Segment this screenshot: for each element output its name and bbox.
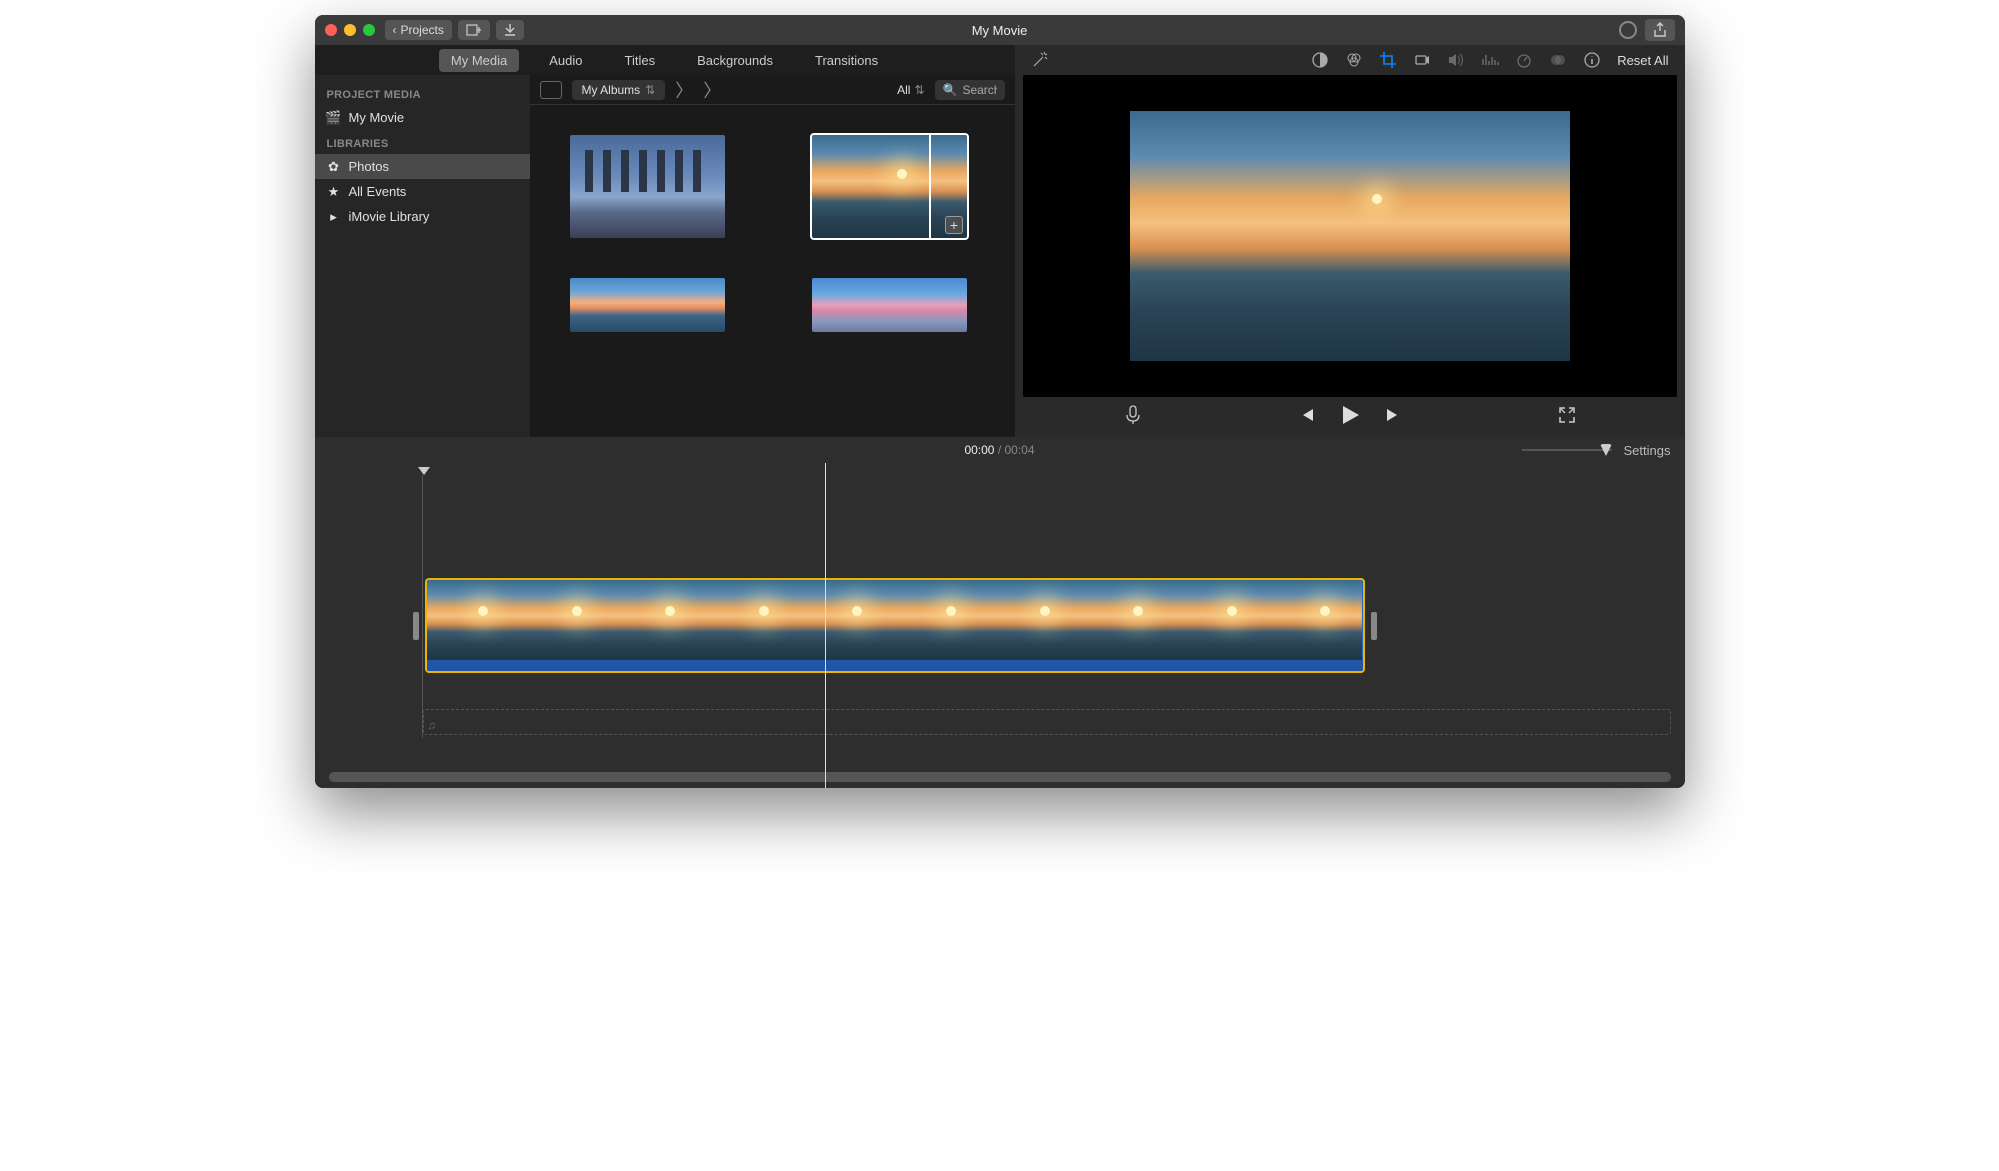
clip-audio-track — [427, 660, 1363, 673]
search-placeholder: Search — [962, 83, 996, 97]
settings-button[interactable]: Settings — [1624, 443, 1671, 458]
media-thumbnail[interactable] — [812, 278, 967, 332]
media-pane: My Media Audio Titles Backgrounds Transi… — [315, 45, 1015, 437]
crop-icon[interactable] — [1379, 51, 1397, 69]
timeline-pane: 00:00 / 00:04 Settings ♫ — [315, 437, 1685, 788]
voiceover-button[interactable] — [1125, 405, 1141, 430]
playhead-icon[interactable] — [418, 467, 430, 475]
play-button[interactable] — [1339, 404, 1361, 431]
horizontal-scrollbar[interactable] — [329, 772, 1671, 782]
clip-trim-handle-right[interactable] — [1371, 612, 1377, 640]
media-import-button[interactable] — [458, 20, 490, 40]
clip-filter-icon[interactable] — [1549, 51, 1567, 69]
sidebar: PROJECT MEDIA 🎬 My Movie LIBRARIES ✿ Pho… — [315, 75, 530, 437]
share-button[interactable] — [1645, 19, 1675, 41]
add-to-timeline-button[interactable]: + — [945, 216, 963, 234]
inspector-toolbar: Reset All — [1015, 45, 1685, 75]
sidebar-item-imovie-library[interactable]: ▸ iMovie Library — [315, 204, 530, 229]
back-label: Projects — [401, 23, 444, 37]
activity-icon[interactable] — [1619, 21, 1637, 39]
filter-dropdown[interactable]: All ⇅ — [897, 83, 924, 97]
media-browser: My Albums ⇅ 〉 〉 All ⇅ 🔍 Search — [530, 75, 1015, 437]
speed-icon[interactable] — [1515, 51, 1533, 69]
timeline-start-line — [422, 475, 423, 738]
sidebar-label: All Events — [349, 184, 407, 199]
chevron-updown-icon: ⇅ — [645, 83, 655, 97]
maximize-icon[interactable] — [363, 24, 375, 36]
sidebar-item-photos[interactable]: ✿ Photos — [315, 154, 530, 179]
info-icon[interactable] — [1583, 51, 1601, 69]
media-thumbnail[interactable] — [570, 278, 725, 332]
clip-filmstrip — [427, 580, 1363, 660]
viewer-pane: Reset All — [1015, 45, 1685, 437]
fullscreen-button[interactable] — [1559, 407, 1575, 428]
close-icon[interactable] — [325, 24, 337, 36]
breadcrumb-chevron-icon: 〉 — [703, 77, 721, 103]
zoom-slider[interactable] — [1522, 449, 1612, 451]
tab-my-media[interactable]: My Media — [439, 49, 519, 72]
tab-titles[interactable]: Titles — [613, 49, 668, 72]
clip-trim-handle-left[interactable] — [413, 612, 419, 640]
clapperboard-icon: 🎬 — [327, 111, 341, 125]
back-projects-button[interactable]: ‹ Projects — [385, 20, 452, 40]
color-balance-icon[interactable] — [1311, 51, 1329, 69]
window-title: My Movie — [972, 23, 1028, 38]
sidebar-item-all-events[interactable]: ★ All Events — [315, 179, 530, 204]
tab-audio[interactable]: Audio — [537, 49, 594, 72]
media-thumbnail[interactable] — [570, 135, 725, 238]
timeline-clip[interactable] — [425, 578, 1365, 673]
sidebar-label: iMovie Library — [349, 209, 430, 224]
sidebar-toggle-icon[interactable] — [540, 81, 562, 99]
traffic-lights — [325, 24, 375, 36]
tab-backgrounds[interactable]: Backgrounds — [685, 49, 785, 72]
chevron-left-icon: ‹ — [393, 23, 397, 37]
sidebar-label: My Movie — [349, 110, 405, 125]
filter-label: All — [897, 83, 910, 97]
thumbnail-grid: + — [530, 105, 1015, 437]
timeline-body[interactable]: ♫ — [315, 463, 1685, 788]
sidebar-head-project: PROJECT MEDIA — [315, 81, 530, 105]
sidebar-label: Photos — [349, 159, 389, 174]
search-input[interactable]: 🔍 Search — [935, 80, 1005, 100]
transport-controls — [1015, 397, 1685, 437]
color-correction-icon[interactable] — [1345, 51, 1363, 69]
minimize-icon[interactable] — [344, 24, 356, 36]
noise-reduction-icon[interactable] — [1481, 51, 1499, 69]
duration: 00:04 — [1005, 443, 1035, 457]
playhead-line[interactable] — [825, 463, 826, 788]
chevron-updown-icon: ⇅ — [914, 83, 924, 97]
import-button[interactable] — [496, 20, 524, 40]
skimmer-bar — [929, 135, 931, 238]
star-icon: ★ — [327, 185, 341, 199]
titlebar: ‹ Projects My Movie — [315, 15, 1685, 45]
preview-viewer[interactable] — [1023, 75, 1677, 397]
audio-drop-track[interactable]: ♫ — [423, 709, 1671, 735]
enhance-icon[interactable] — [1031, 51, 1049, 69]
sidebar-item-my-movie[interactable]: 🎬 My Movie — [315, 105, 530, 130]
disclosure-icon: ▸ — [327, 210, 341, 224]
tab-transitions[interactable]: Transitions — [803, 49, 890, 72]
volume-icon[interactable] — [1447, 51, 1465, 69]
imovie-window: ‹ Projects My Movie My Media Audio Tit — [315, 15, 1685, 788]
timeline-header: 00:00 / 00:04 Settings — [315, 437, 1685, 463]
preview-image — [1130, 111, 1570, 361]
sidebar-head-libraries: LIBRARIES — [315, 130, 530, 154]
stabilization-icon[interactable] — [1413, 51, 1431, 69]
music-note-icon: ♫ — [428, 720, 436, 732]
flower-icon: ✿ — [327, 160, 341, 174]
search-icon: 🔍 — [943, 83, 958, 97]
album-label: My Albums — [582, 83, 641, 97]
reset-all-button[interactable]: Reset All — [1617, 53, 1668, 68]
next-button[interactable] — [1385, 407, 1403, 428]
upper-pane: My Media Audio Titles Backgrounds Transi… — [315, 45, 1685, 437]
media-thumbnail-selected[interactable]: + — [812, 135, 967, 238]
current-time: 00:00 — [964, 443, 994, 457]
album-dropdown[interactable]: My Albums ⇅ — [572, 80, 666, 100]
browser-toolbar: My Albums ⇅ 〉 〉 All ⇅ 🔍 Search — [530, 75, 1015, 105]
breadcrumb-chevron-icon: 〉 — [675, 77, 693, 103]
timecode: 00:00 / 00:04 — [964, 443, 1034, 457]
tab-bar: My Media Audio Titles Backgrounds Transi… — [315, 45, 1015, 75]
prev-button[interactable] — [1297, 407, 1315, 428]
